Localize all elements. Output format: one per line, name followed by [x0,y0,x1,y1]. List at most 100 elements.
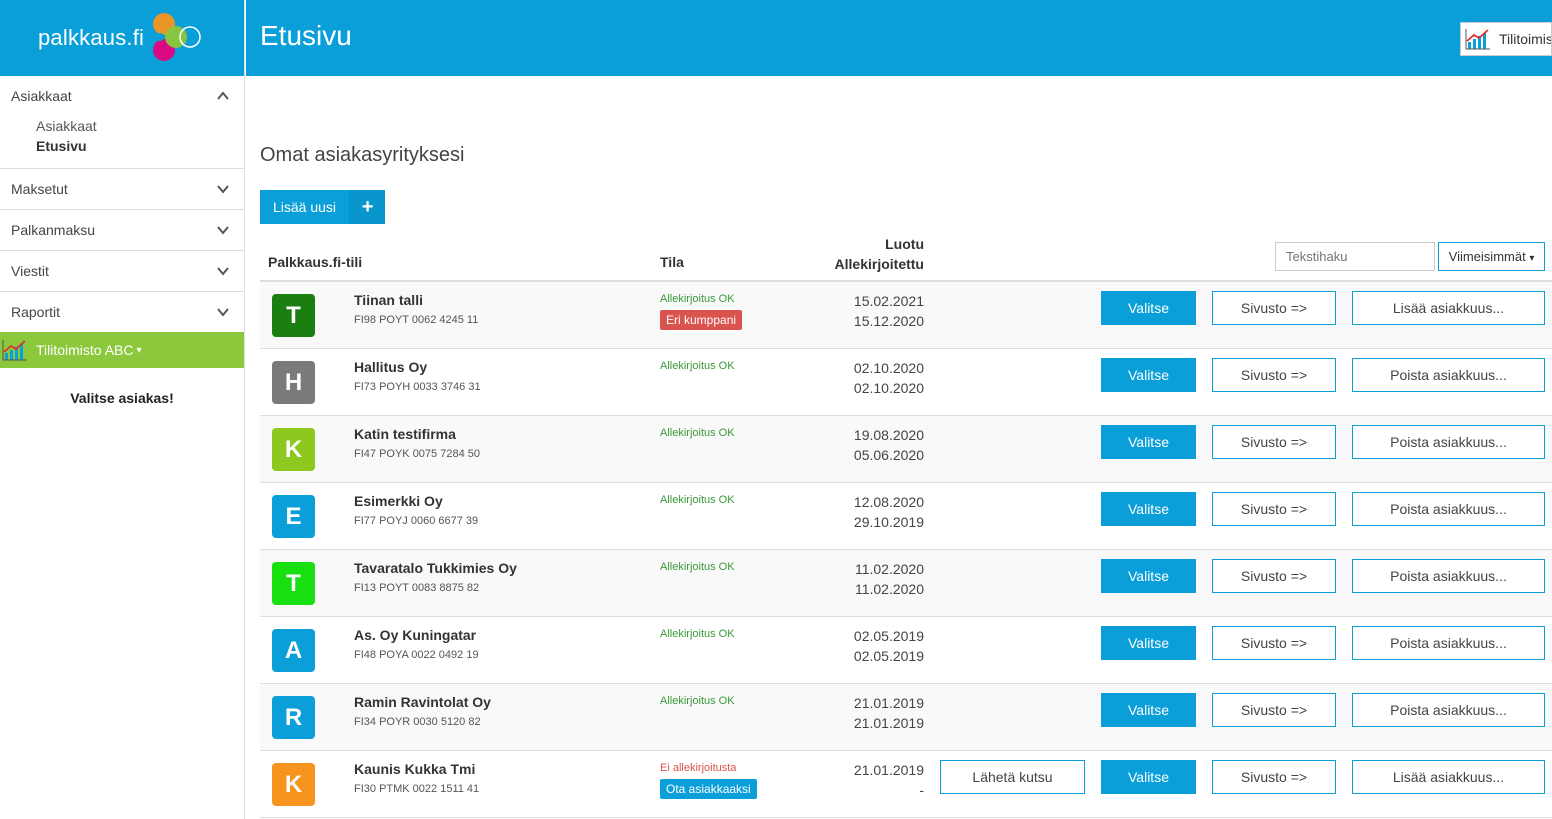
search-input[interactable] [1275,242,1435,271]
nav-subitem-asiakkaat[interactable]: Asiakkaat [36,116,244,136]
nav-toggle-palkanmaksu[interactable]: Palkanmaksu [0,210,244,250]
signed-date: 29.10.2019 [853,514,924,530]
select-button[interactable]: Valitse [1101,358,1196,392]
select-button[interactable]: Valitse [1101,693,1196,727]
status-badge[interactable]: Ota asiakkaaksi [660,779,757,799]
site-button[interactable]: Sivusto => [1212,492,1336,526]
nav-label: Maksetut [11,181,68,197]
customer-iban: FI77 POYJ 0060 6677 39 [354,515,479,527]
signed-date: 21.01.2019 [853,715,924,731]
nav-toggle-raportit[interactable]: Raportit [0,292,244,332]
select-button[interactable]: Valitse [1101,760,1196,794]
created-date: 15.02.2021 [853,293,924,309]
customer-avatar: A [272,629,315,672]
customer-list: T Tiinan talli FI98 POYT 0062 4245 11 Allek… [260,282,1552,818]
chevron-down-icon [217,267,229,276]
nav-label: Raportit [11,304,61,320]
nav-toggle-asiakkaat[interactable]: Asiakkaat [0,76,244,116]
row-dates: 19.08.2020 05.06.2020 [820,425,924,465]
customership-button[interactable]: Lisää asiakkuus... [1352,760,1545,794]
nav-toggle-viestit[interactable]: Viestit [0,251,244,291]
created-date: 12.08.2020 [853,494,924,510]
select-button[interactable]: Valitse [1101,492,1196,526]
account-name: Tilitoimisto ABC [36,342,134,358]
select-button[interactable]: Valitse [1101,626,1196,660]
nav-toggle-maksetut[interactable]: Maksetut [0,169,244,209]
site-button[interactable]: Sivusto => [1212,559,1336,593]
created-date: 21.01.2019 [853,695,924,711]
table-row: K Katin testifirma FI47 POYK 0075 7284 50 A… [260,416,1552,483]
nav-section-maksetut: Maksetut [0,169,244,210]
signed-date: 05.06.2020 [853,447,924,463]
signature-status: Allekirjoitus OK [660,695,735,707]
customer-iban: FI47 POYK 0075 7284 50 [354,448,480,460]
row-dates: 15.02.2021 15.12.2020 [820,291,924,331]
select-button[interactable]: Valitse [1101,425,1196,459]
add-new-label: Lisää uusi [273,199,337,215]
select-button[interactable]: Valitse [1101,559,1196,593]
chevron-up-icon [217,91,229,100]
table-row: T Tavaratalo Tukkimies Oy FI13 POYT 0083 8… [260,550,1552,617]
signed-date: 15.12.2020 [853,313,924,329]
customer-name: Tavaratalo Tukkimies Oy [354,560,517,576]
row-dates: 21.01.2019 21.01.2019 [820,693,924,733]
customer-iban: FI30 PTMK 0022 1511 41 [354,783,480,795]
site-button[interactable]: Sivusto => [1212,760,1336,794]
column-header-created: Luotu [885,236,924,252]
signature-status: Allekirjoitus OK [660,293,735,305]
add-new-button[interactable]: Lisää uusi + [260,190,386,224]
nav-section-palkanmaksu: Palkanmaksu [0,210,244,251]
customership-button[interactable]: Poista asiakkuus... [1352,559,1545,593]
sort-dropdown[interactable]: Viimeisimmät ▾ [1438,242,1545,271]
table-header: Palkkaus.fi-tili Tila Luotu Allekirjoite… [260,232,1552,282]
customer-name: Tiinan talli [354,292,423,308]
signature-status: Allekirjoitus OK [660,360,735,372]
customership-button[interactable]: Lisää asiakkuus... [1352,291,1545,325]
customer-name: Esimerkki Oy [354,493,443,509]
site-button[interactable]: Sivusto => [1212,693,1336,727]
select-button[interactable]: Valitse [1101,291,1196,325]
send-invite-button[interactable]: Lähetä kutsu [940,760,1085,794]
table-row: R Ramin Ravintolat Oy FI34 POYR 0030 5120 … [260,684,1552,751]
signature-status: Allekirjoitus OK [660,561,735,573]
customer-name: Kaunis Kukka Tmi [354,761,476,777]
customership-button[interactable]: Poista asiakkuus... [1352,693,1545,727]
site-button[interactable]: Sivusto => [1212,358,1336,392]
account-button[interactable]: Tilitoimisto ABC [1460,22,1552,56]
column-header-state: Tila [660,254,684,270]
created-date: 21.01.2019 [853,762,924,778]
row-dates: 02.10.2020 02.10.2020 [820,358,924,398]
nav-label: Asiakkaat [11,88,72,104]
nav-section-viestit: Viestit [0,251,244,292]
status-badge: Eri kumppani [660,310,743,330]
table-row: T Tiinan talli FI98 POYT 0062 4245 11 Allek… [260,282,1552,349]
customership-button[interactable]: Poista asiakkuus... [1352,425,1545,459]
site-button[interactable]: Sivusto => [1212,291,1336,325]
sort-label: Viimeisimmät [1448,249,1526,264]
sidebar: palkkaus.fi Asiakkaat Asiakkaat Etusivu … [0,0,245,819]
site-button[interactable]: Sivusto => [1212,425,1336,459]
logo[interactable]: palkkaus.fi [0,0,244,76]
signature-status: Allekirjoitus OK [660,427,735,439]
header: Etusivu Tilitoimisto ABC [246,0,1552,76]
customer-avatar: R [272,696,315,739]
column-header-dates: Luotu Allekirjoitettu [820,234,924,274]
customer-name: Ramin Ravintolat Oy [354,694,491,710]
caret-down-icon: ▾ [136,344,142,356]
created-date: 02.10.2020 [853,360,924,376]
customer-avatar: T [272,294,315,337]
customership-button[interactable]: Poista asiakkuus... [1352,358,1545,392]
customership-button[interactable]: Poista asiakkuus... [1352,492,1545,526]
chevron-down-icon [217,308,229,317]
nav-subitem-etusivu[interactable]: Etusivu [36,136,244,156]
customership-button[interactable]: Poista asiakkuus... [1352,626,1545,660]
customer-avatar: H [272,361,315,404]
nav-label: Viestit [11,263,49,279]
nav-section-asiakkaat: Asiakkaat Asiakkaat Etusivu [0,76,244,169]
site-button[interactable]: Sivusto => [1212,626,1336,660]
customer-iban: FI13 POYT 0083 8875 82 [354,582,480,594]
customer-avatar: E [272,495,315,538]
table-row: K Kaunis Kukka Tmi FI30 PTMK 0022 1511 41 E… [260,751,1552,818]
signature-status: Allekirjoitus OK [660,494,735,506]
account-dropdown[interactable]: Tilitoimisto ABC ▾ [0,332,244,368]
